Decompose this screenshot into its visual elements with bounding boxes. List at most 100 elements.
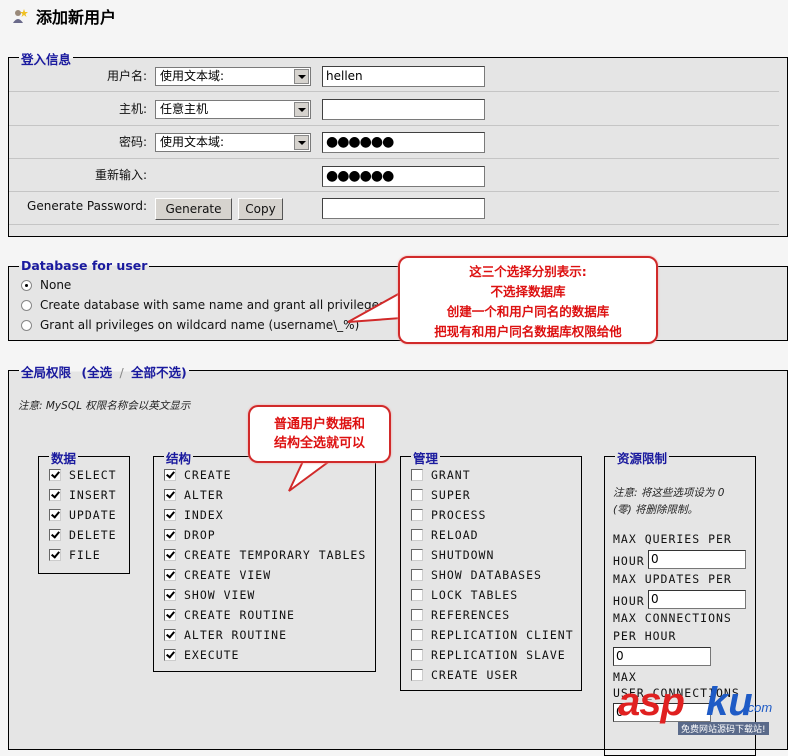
- privilege-index[interactable]: INDEX: [164, 508, 224, 522]
- generate-password-label: Generate Password:: [27, 199, 147, 213]
- privilege-show-databases[interactable]: SHOW DATABASES: [411, 568, 542, 582]
- checkbox[interactable]: [411, 569, 423, 581]
- privilege-lock-tables[interactable]: LOCK TABLES: [411, 588, 518, 602]
- generate-row: Generate Password: Generate Copy: [9, 191, 779, 225]
- copy-button[interactable]: Copy: [238, 198, 283, 220]
- checkbox[interactable]: [164, 549, 176, 561]
- checkbox[interactable]: [411, 649, 423, 661]
- checkbox[interactable]: [49, 469, 61, 481]
- privilege-select[interactable]: SELECT: [49, 468, 117, 482]
- radio-button[interactable]: [21, 279, 32, 291]
- retype-password-input[interactable]: ●●●●●●: [322, 166, 485, 187]
- privilege-update[interactable]: UPDATE: [49, 508, 117, 522]
- privilege-create-routine[interactable]: CREATE ROUTINE: [164, 608, 295, 622]
- privilege-replication-slave[interactable]: REPLICATION SLAVE: [411, 648, 566, 662]
- checkbox[interactable]: [411, 509, 423, 521]
- db-option-create-same-name[interactable]: Create database with same name and grant…: [21, 298, 385, 312]
- checkbox[interactable]: [411, 669, 423, 681]
- admin-privileges-group: 管理 GRANT SUPER PROCESS RELOAD SHUTDOWN SHOW D…: [400, 448, 582, 691]
- privilege-create-view[interactable]: CREATE VIEW: [164, 568, 271, 582]
- privilege-create-temporary-tables[interactable]: CREATE TEMPORARY TABLES: [164, 548, 366, 562]
- checkbox[interactable]: [164, 489, 176, 501]
- privilege-super[interactable]: SUPER: [411, 488, 471, 502]
- password-row: 密码: 使用文本域: ●●●●●●: [9, 125, 779, 159]
- privilege-reload[interactable]: RELOAD: [411, 528, 479, 542]
- host-label: 主机:: [118, 102, 147, 116]
- privilege-create[interactable]: CREATE: [164, 468, 232, 482]
- checkbox[interactable]: [411, 489, 423, 501]
- check-all-link[interactable]: (全选: [81, 365, 112, 380]
- max-connections-label: MAX CONNECTIONS: [613, 611, 732, 625]
- checkbox[interactable]: [164, 629, 176, 641]
- max-queries-label-2: HOUR: [613, 554, 645, 568]
- resource-group-legend: 资源限制: [615, 448, 670, 467]
- page-title: 添加新用户: [12, 4, 116, 28]
- chevron-down-icon: [294, 102, 309, 117]
- password-input[interactable]: ●●●●●●: [322, 132, 485, 153]
- privilege-show-view[interactable]: SHOW VIEW: [164, 588, 255, 602]
- privilege-create-user[interactable]: CREATE USER: [411, 668, 518, 682]
- privilege-references[interactable]: REFERENCES: [411, 608, 510, 622]
- privilege-process[interactable]: PROCESS: [411, 508, 486, 522]
- checkbox[interactable]: [411, 469, 423, 481]
- privilege-insert[interactable]: INSERT: [49, 488, 117, 502]
- generated-password-input[interactable]: [322, 198, 485, 219]
- max-updates-label-2: HOUR: [613, 594, 645, 608]
- host-input[interactable]: [322, 99, 485, 120]
- checkbox[interactable]: [49, 509, 61, 521]
- privilege-alter-routine[interactable]: ALTER ROUTINE: [164, 628, 287, 642]
- checkbox[interactable]: [164, 529, 176, 541]
- database-for-user-legend: Database for user: [19, 258, 150, 273]
- username-row: 用户名: 使用文本域: hellen: [9, 58, 779, 92]
- resource-note-line2: (零) 将删除限制。: [613, 504, 699, 516]
- checkbox[interactable]: [164, 569, 176, 581]
- chevron-down-icon: [294, 69, 309, 84]
- privilege-replication-client[interactable]: REPLICATION CLIENT: [411, 628, 574, 642]
- max-queries-label: MAX QUERIES PER: [613, 532, 732, 546]
- checkbox[interactable]: [164, 509, 176, 521]
- database-options-callout: 这三个选择分别表示: 不选择数据库 创建一个和用户同名的数据库 把现有和用户同名…: [398, 256, 658, 344]
- watermark-logo: asp ku .com 免费网站源码下载站!: [618, 680, 773, 735]
- uncheck-all-link[interactable]: 全部不选): [131, 365, 187, 380]
- checkbox[interactable]: [49, 529, 61, 541]
- page-title-text: 添加新用户: [36, 8, 117, 27]
- privilege-file[interactable]: FILE: [49, 548, 101, 562]
- checkbox[interactable]: [411, 589, 423, 601]
- data-privileges-group: 数据 SELECT INSERT UPDATE DELETE FILE: [38, 448, 130, 574]
- password-label: 密码:: [118, 135, 147, 149]
- checkbox[interactable]: [411, 609, 423, 621]
- add-user-icon: [12, 8, 28, 24]
- privilege-delete[interactable]: DELETE: [49, 528, 117, 542]
- max-connections-input[interactable]: 0: [613, 647, 711, 666]
- max-updates-input[interactable]: 0: [648, 590, 746, 609]
- radio-button[interactable]: [21, 319, 32, 331]
- checkbox[interactable]: [164, 469, 176, 481]
- username-input[interactable]: hellen: [322, 66, 485, 87]
- privilege-execute[interactable]: EXECUTE: [164, 648, 239, 662]
- radio-button[interactable]: [21, 299, 32, 311]
- structure-group-legend: 结构: [164, 448, 194, 467]
- checkbox[interactable]: [411, 629, 423, 641]
- privilege-grant[interactable]: GRANT: [411, 468, 471, 482]
- username-type-select[interactable]: 使用文本域:: [155, 67, 311, 86]
- privilege-drop[interactable]: DROP: [164, 528, 216, 542]
- data-group-legend: 数据: [49, 448, 79, 467]
- checkbox[interactable]: [164, 609, 176, 621]
- checkbox[interactable]: [411, 549, 423, 561]
- password-type-select[interactable]: 使用文本域:: [155, 133, 311, 152]
- checkbox[interactable]: [49, 549, 61, 561]
- privileges-note: 注意: MySQL 权限名称会以英文显示: [18, 400, 191, 412]
- db-option-none[interactable]: None: [21, 278, 71, 292]
- max-queries-input[interactable]: 0: [648, 550, 746, 569]
- generate-button[interactable]: Generate: [155, 198, 232, 220]
- privileges-hint-callout: 普通用户数据和 结构全选就可以: [248, 405, 391, 463]
- privilege-alter[interactable]: ALTER: [164, 488, 224, 502]
- db-option-grant-wildcard[interactable]: Grant all privileges on wildcard name (u…: [21, 318, 359, 332]
- checkbox[interactable]: [49, 489, 61, 501]
- checkbox[interactable]: [411, 529, 423, 541]
- privilege-shutdown[interactable]: SHUTDOWN: [411, 548, 494, 562]
- global-privileges-legend: 全局权限 (全选 / 全部不选): [19, 362, 189, 381]
- host-type-select[interactable]: 任意主机: [155, 100, 311, 119]
- checkbox[interactable]: [164, 649, 176, 661]
- checkbox[interactable]: [164, 589, 176, 601]
